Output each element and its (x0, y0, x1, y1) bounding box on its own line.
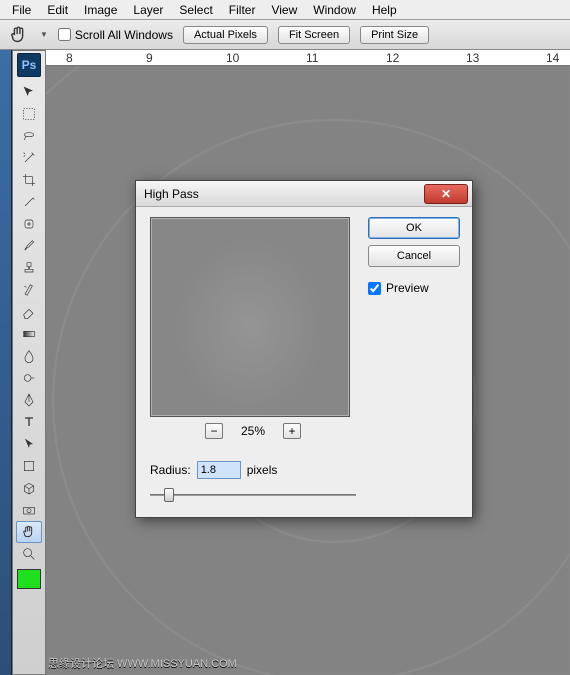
stamp-tool-icon[interactable] (16, 257, 42, 279)
slider-track (150, 494, 356, 496)
plus-icon: + (289, 425, 296, 437)
watermark-text: 思缘设计论坛 WWW.MISSYUAN.COM (48, 655, 237, 671)
blur-tool-icon[interactable] (16, 345, 42, 367)
close-icon: ✕ (441, 187, 451, 201)
zoom-row: − 25% + (150, 423, 356, 439)
left-column: Ps (0, 50, 46, 675)
3d-tool-icon[interactable] (16, 477, 42, 499)
preview-checkbox[interactable] (368, 282, 381, 295)
ruler-mark: 13 (466, 51, 479, 65)
menu-help[interactable]: Help (364, 1, 405, 19)
ruler-mark: 10 (226, 51, 239, 65)
close-button[interactable]: ✕ (424, 184, 468, 204)
ps-logo-icon: Ps (17, 53, 41, 77)
menu-edit[interactable]: Edit (39, 1, 76, 19)
crop-tool-icon[interactable] (16, 169, 42, 191)
healing-tool-icon[interactable] (16, 213, 42, 235)
menu-filter[interactable]: Filter (221, 1, 264, 19)
ruler-mark: 14 (546, 51, 559, 65)
menu-layer[interactable]: Layer (125, 1, 171, 19)
radius-unit: pixels (247, 463, 278, 477)
radius-row: Radius: pixels (150, 461, 356, 479)
radius-input[interactable] (197, 461, 241, 479)
ruler-mark: 8 (66, 51, 73, 65)
zoom-percent: 25% (241, 424, 265, 438)
ruler-mark: 9 (146, 51, 153, 65)
brush-tool-icon[interactable] (16, 235, 42, 257)
move-tool-icon[interactable] (16, 81, 42, 103)
hand-tool-icon[interactable] (16, 521, 42, 543)
options-bar: ▼ Scroll All Windows Actual Pixels Fit S… (0, 20, 570, 50)
camera-tool-icon[interactable] (16, 499, 42, 521)
zoom-tool-icon[interactable] (16, 543, 42, 565)
foreground-color-swatch[interactable] (17, 569, 41, 589)
menu-file[interactable]: File (4, 1, 39, 19)
scroll-all-windows-checkbox[interactable]: Scroll All Windows (58, 28, 173, 42)
slider-thumb[interactable] (164, 488, 174, 502)
eraser-tool-icon[interactable] (16, 301, 42, 323)
dialog-titlebar[interactable]: High Pass ✕ (136, 181, 472, 207)
menu-bar: File Edit Image Layer Select Filter View… (0, 0, 570, 20)
tools-panel: Ps (12, 50, 46, 675)
dropdown-arrow-icon[interactable]: ▼ (40, 30, 48, 39)
menu-select[interactable]: Select (171, 1, 220, 19)
wand-tool-icon[interactable] (16, 147, 42, 169)
panel-tab[interactable] (0, 50, 12, 675)
ruler-mark: 11 (306, 51, 318, 65)
shape-tool-icon[interactable] (16, 455, 42, 477)
filter-preview[interactable] (150, 217, 350, 417)
menu-view[interactable]: View (263, 1, 305, 19)
path-select-tool-icon[interactable] (16, 433, 42, 455)
lasso-tool-icon[interactable] (16, 125, 42, 147)
ok-button[interactable]: OK (368, 217, 460, 239)
hand-tool-icon (8, 26, 30, 44)
radius-label: Radius: (150, 463, 191, 477)
print-size-button[interactable]: Print Size (360, 26, 429, 44)
marquee-tool-icon[interactable] (16, 103, 42, 125)
dialog-right-pane: OK Cancel Preview (368, 217, 460, 503)
actual-pixels-button[interactable]: Actual Pixels (183, 26, 268, 44)
history-brush-tool-icon[interactable] (16, 279, 42, 301)
eyedropper-tool-icon[interactable] (16, 191, 42, 213)
ruler-mark: 12 (386, 51, 399, 65)
dialog-body: − 25% + Radius: pixels OK Cancel Preview (136, 207, 472, 517)
zoom-out-button[interactable]: − (205, 423, 223, 439)
menu-window[interactable]: Window (305, 1, 364, 19)
radius-slider[interactable] (150, 487, 356, 503)
horizontal-ruler: 8 9 10 11 12 13 14 (46, 50, 570, 66)
pen-tool-icon[interactable] (16, 389, 42, 411)
fit-screen-button[interactable]: Fit Screen (278, 26, 350, 44)
dodge-tool-icon[interactable] (16, 367, 42, 389)
scroll-all-checkbox[interactable] (58, 28, 71, 41)
dialog-left-pane: − 25% + Radius: pixels (150, 217, 356, 503)
menu-image[interactable]: Image (76, 1, 125, 19)
zoom-in-button[interactable]: + (283, 423, 301, 439)
cancel-button[interactable]: Cancel (368, 245, 460, 267)
preview-checkbox-row[interactable]: Preview (368, 281, 460, 295)
gradient-tool-icon[interactable] (16, 323, 42, 345)
dialog-title: High Pass (144, 187, 199, 201)
preview-label: Preview (386, 281, 429, 295)
type-tool-icon[interactable] (16, 411, 42, 433)
scroll-all-label: Scroll All Windows (75, 28, 173, 42)
high-pass-dialog: High Pass ✕ − 25% + Radius: pixels OK (135, 180, 473, 518)
minus-icon: − (210, 425, 217, 437)
